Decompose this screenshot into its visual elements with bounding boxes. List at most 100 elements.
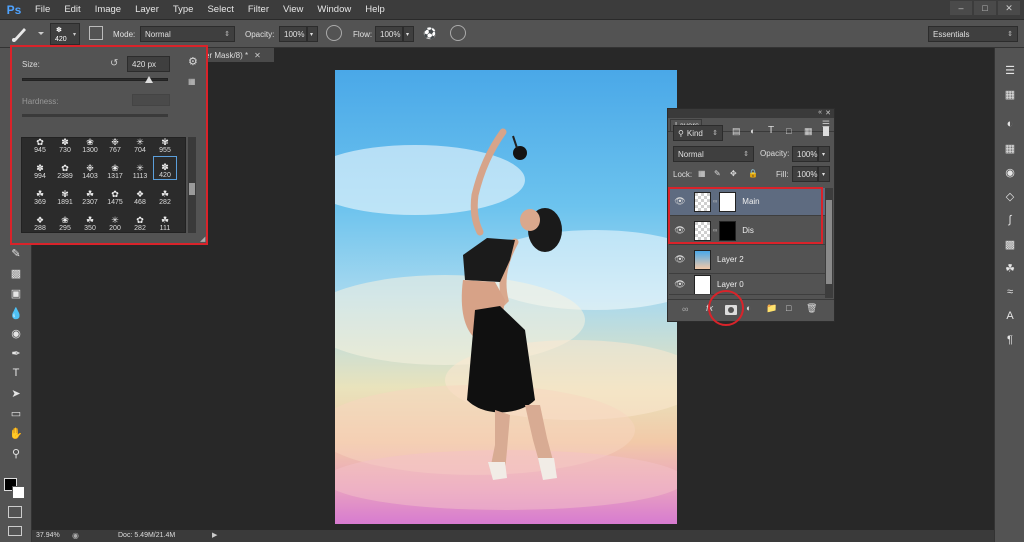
menu-type[interactable]: Type xyxy=(166,4,201,15)
lock-transparent-icon[interactable]: ▦ xyxy=(698,169,706,178)
brush-preset[interactable]: ☘ 350 xyxy=(78,208,102,232)
menu-layer[interactable]: Layer xyxy=(128,4,166,15)
brush-preset[interactable]: ❀ 1317 xyxy=(103,156,127,180)
menu-view[interactable]: View xyxy=(276,4,310,15)
properties-panel-icon[interactable]: ▦ xyxy=(995,82,1024,106)
brush-preset[interactable]: ✳ 704 xyxy=(128,138,152,154)
pen-tool-icon[interactable]: ✒ xyxy=(0,343,32,363)
path-selection-tool-icon[interactable]: ➤ xyxy=(0,383,32,403)
brush-panel-toggle-icon[interactable] xyxy=(89,26,103,40)
close-icon[interactable]: ✕ xyxy=(254,51,261,60)
link-layers-icon[interactable]: ∞ xyxy=(682,304,688,314)
size-slider-thumb[interactable] xyxy=(145,76,153,83)
tool-preset-picker[interactable] xyxy=(8,22,46,44)
filter-type-icon[interactable]: T xyxy=(768,125,774,136)
document-canvas[interactable] xyxy=(335,70,677,524)
layer-opacity-dropdown[interactable]: ▾ xyxy=(818,146,830,162)
lock-position-icon[interactable]: ✥ xyxy=(730,169,737,178)
close-icon[interactable]: ✕ xyxy=(825,109,831,117)
filter-pixel-icon[interactable]: ▤ xyxy=(732,126,741,137)
lock-all-icon[interactable]: 🔒 xyxy=(748,169,758,178)
brush-preset[interactable]: ❀ 295 xyxy=(53,208,77,232)
scrollbar-thumb[interactable] xyxy=(189,183,195,195)
scrollbar-thumb[interactable] xyxy=(826,200,832,284)
screen-mode-icon[interactable] xyxy=(8,526,22,536)
airbrush-icon[interactable]: ⚽ xyxy=(423,27,439,40)
brush-grid-scrollbar[interactable] xyxy=(188,137,196,233)
brush-panel-icon[interactable]: ☘ xyxy=(995,256,1024,280)
size-input[interactable]: 420 px xyxy=(127,56,170,72)
menu-edit[interactable]: Edit xyxy=(57,4,87,15)
minimize-icon[interactable]: – xyxy=(950,1,972,15)
brush-preset[interactable]: ✿ 945 xyxy=(28,138,52,154)
eraser-tool-icon[interactable]: ▩ xyxy=(0,263,32,283)
document-tab[interactable]: er Mask/8) * ✕ xyxy=(202,48,274,62)
brush-preset[interactable]: ✿ 1475 xyxy=(103,182,127,206)
panel-titlebar[interactable]: « ✕ xyxy=(668,109,834,118)
menu-window[interactable]: Window xyxy=(310,4,358,15)
visibility-eye-icon[interactable]: 👁 xyxy=(669,279,691,290)
channels-panel-icon[interactable]: ∫ xyxy=(995,208,1024,232)
brush-preset[interactable]: ❉ 767 xyxy=(103,138,127,154)
new-preset-icon[interactable]: ▦ xyxy=(188,77,196,86)
new-layer-icon[interactable]: □ xyxy=(786,303,791,313)
paths-panel-icon[interactable]: ▩ xyxy=(995,232,1024,256)
brush-preset[interactable]: ✿ 282 xyxy=(128,208,152,232)
opacity-input[interactable]: 100% xyxy=(279,26,307,42)
delete-layer-trash-icon[interactable]: 🗑 xyxy=(806,303,817,314)
filter-toggle[interactable] xyxy=(823,127,829,136)
brush-preset[interactable]: ☘ 282 xyxy=(153,182,177,206)
resize-grip-icon[interactable]: ◢ xyxy=(200,235,205,243)
blur-tool-icon[interactable]: 💧 xyxy=(0,303,32,323)
type-tool-icon[interactable]: T xyxy=(0,363,32,383)
workspace-select[interactable]: Essentials ⇕ xyxy=(928,26,1018,42)
zoom-level[interactable]: 37.94% xyxy=(36,532,60,539)
swatches-panel-icon[interactable]: ▦ xyxy=(995,136,1024,160)
lock-image-icon[interactable]: ✎ xyxy=(714,169,721,178)
brush-preset[interactable]: ✾ 1891 xyxy=(53,182,77,206)
menu-file[interactable]: File xyxy=(28,4,57,15)
pressure-size-icon[interactable] xyxy=(450,25,466,41)
layer-row-layer-0[interactable]: 👁 Layer 0 xyxy=(669,275,825,295)
layers-scrollbar[interactable] xyxy=(825,188,833,298)
background-color-swatch[interactable] xyxy=(12,486,25,499)
blend-mode-select[interactable]: Normal ⇕ xyxy=(673,146,754,162)
brush-preset[interactable]: ✽ 994 xyxy=(28,156,52,180)
brush-preset[interactable]: ✿ 2389 xyxy=(53,156,77,180)
gradient-tool-icon[interactable]: ▣ xyxy=(0,283,32,303)
brush-preset[interactable]: ☘ 369 xyxy=(28,182,52,206)
close-icon[interactable]: ✕ xyxy=(998,1,1020,15)
fill-dropdown[interactable]: ▾ xyxy=(818,166,830,182)
layers-panel-icon[interactable]: ◇ xyxy=(995,184,1024,208)
rectangle-tool-icon[interactable]: ▭ xyxy=(0,403,32,423)
menu-help[interactable]: Help xyxy=(358,4,392,15)
status-menu-arrow-icon[interactable]: ▶ xyxy=(212,531,217,539)
opacity-dropdown[interactable]: ▾ xyxy=(307,26,318,42)
flow-dropdown[interactable]: ▾ xyxy=(403,26,414,42)
menu-filter[interactable]: Filter xyxy=(241,4,276,15)
brush-preset[interactable]: ✳ 1113 xyxy=(128,156,152,180)
filter-adjustment-icon[interactable]: ◐ xyxy=(750,126,755,136)
new-group-folder-icon[interactable]: 📁 xyxy=(766,303,777,314)
brush-preset-selected[interactable]: ✽ 420 xyxy=(153,156,177,180)
restore-icon[interactable]: □ xyxy=(974,1,996,15)
reset-size-icon[interactable]: ↺ xyxy=(110,58,118,69)
styles-panel-icon[interactable]: ◉ xyxy=(995,160,1024,184)
mode-select[interactable]: Normal ⇕ xyxy=(140,26,235,42)
layer-opacity-input[interactable]: 100% xyxy=(792,146,818,162)
character-panel-icon[interactable]: A xyxy=(995,304,1024,328)
kind-filter-select[interactable]: ⚲ Kind ⇕ xyxy=(673,125,723,141)
collapse-icon[interactable]: « xyxy=(818,109,822,116)
hand-tool-icon[interactable]: ✋ xyxy=(0,423,32,443)
menu-image[interactable]: Image xyxy=(88,4,128,15)
brush-preset[interactable]: ❀ 1300 xyxy=(78,138,102,154)
quick-mask-icon[interactable] xyxy=(8,506,22,518)
settings-gear-icon[interactable]: ⚙ xyxy=(188,55,198,68)
paragraph-panel-icon[interactable]: ¶ xyxy=(995,328,1024,352)
brush-preset[interactable]: ✳ 200 xyxy=(103,208,127,232)
hardness-input[interactable] xyxy=(132,94,170,106)
pressure-opacity-icon[interactable] xyxy=(326,25,342,41)
fill-input[interactable]: 100% xyxy=(792,166,818,182)
adjustment-layer-icon[interactable]: ◐ xyxy=(746,303,751,313)
filter-shape-icon[interactable]: □ xyxy=(786,126,791,136)
